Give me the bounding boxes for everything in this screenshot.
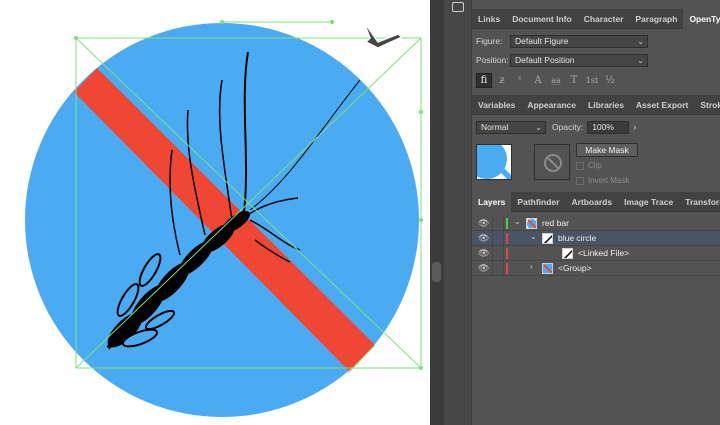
eye-icon[interactable]: 👁: [478, 233, 489, 244]
opacity-input[interactable]: 100%: [587, 120, 630, 134]
layer-name: <Linked File>: [578, 248, 630, 258]
tab-links[interactable]: Links: [472, 9, 506, 29]
invert-mask-checkbox[interactable]: Invert Mask: [576, 176, 629, 185]
ligatures-button[interactable]: fi: [476, 72, 492, 88]
tabbar-middle: Variables Appearance Libraries Asset Exp…: [472, 95, 720, 115]
layer-thumbnail: [562, 248, 573, 259]
tabbar-bottom: Layers Pathfinder Artboards Image Trace …: [472, 192, 720, 212]
layer-thumbnail: [542, 233, 553, 244]
chevron-right-icon[interactable]: ›: [530, 262, 533, 271]
contextual-alternates-button[interactable]: ƶ: [494, 73, 510, 88]
layer-name: <Group>: [558, 263, 592, 273]
figure-dropdown[interactable]: Default Figure ⌄: [510, 34, 648, 48]
stylistic-alternates-button[interactable]: a̲a̲: [548, 73, 564, 88]
no-mask-icon: [544, 154, 562, 172]
layer-thumb-art: [543, 234, 552, 243]
figure-row: Figure: Default Figure ⌄: [476, 34, 648, 48]
chevron-down-icon: ⌄: [637, 36, 644, 46]
checkbox-box: [576, 176, 584, 185]
panel-divider[interactable]: [430, 0, 444, 425]
rotate-cursor-icon: [363, 21, 404, 49]
position-dropdown[interactable]: Default Position ⌄: [510, 53, 648, 67]
chevron-down-icon: ⌄: [637, 55, 644, 65]
eye-icon[interactable]: 👁: [478, 218, 489, 229]
tab-libraries[interactable]: Libraries: [582, 95, 630, 115]
thumbnail-art: [477, 145, 511, 179]
position-label: Position:: [476, 55, 509, 65]
tab-pathfinder[interactable]: Pathfinder: [511, 192, 565, 212]
tab-asset-export[interactable]: Asset Export: [630, 95, 694, 115]
chevron-right-icon[interactable]: ›: [633, 122, 636, 132]
checkbox-box: [576, 161, 584, 170]
layer-thumbnail: [526, 218, 537, 229]
transparency-row: Normal ⌄ Opacity: 100% ›: [476, 120, 636, 134]
tab-variables[interactable]: Variables: [472, 95, 521, 115]
clip-checkbox[interactable]: Clip: [576, 161, 602, 170]
artboard-canvas[interactable]: [0, 0, 430, 425]
tab-transform[interactable]: Transform: [679, 192, 720, 212]
tab-document-info[interactable]: Document Info: [506, 9, 578, 29]
invert-mask-label: Invert Mask: [588, 176, 630, 185]
layer-name: blue circle: [558, 233, 597, 243]
tab-appearance[interactable]: Appearance: [521, 95, 582, 115]
layer-color-indicator: [506, 218, 508, 229]
lock-toggle[interactable]: [492, 216, 504, 231]
clip-label: Clip: [588, 161, 602, 170]
blend-mode-value: Normal: [481, 121, 509, 132]
layer-thumb-art: [543, 264, 552, 273]
tab-layers[interactable]: Layers: [472, 192, 512, 212]
object-thumbnail[interactable]: [476, 144, 512, 180]
layer-color-indicator: [506, 263, 508, 274]
tab-paragraph[interactable]: Paragraph: [629, 9, 683, 29]
opentype-glyph-buttons: fi ƶ ᵋ A a̲a̲ T 1st ½: [476, 72, 620, 88]
tab-artboards[interactable]: Artboards: [565, 192, 618, 212]
links-panel-icon[interactable]: [452, 2, 464, 12]
right-panel-dock: Links Document Info Character Paragraph …: [444, 0, 720, 425]
layer-name: red bar: [542, 218, 569, 228]
layer-row-blue-circle[interactable]: 👁 ⌄ blue circle: [472, 231, 720, 246]
tab-character[interactable]: Character: [578, 9, 630, 29]
chevron-down-icon[interactable]: ⌄: [514, 217, 521, 226]
titling-alternates-button[interactable]: T: [566, 73, 582, 88]
divider-grip[interactable]: [432, 262, 441, 282]
figure-label: Figure:: [476, 36, 503, 46]
layer-row-group[interactable]: 👁 › <Group>: [472, 261, 720, 276]
tabbar-top: Links Document Info Character Paragraph …: [472, 9, 720, 29]
make-mask-button[interactable]: Make Mask: [576, 143, 638, 157]
lock-toggle[interactable]: [492, 231, 504, 246]
position-value: Default Position: [515, 54, 575, 65]
tab-opentype[interactable]: OpenType: [683, 9, 720, 29]
layer-color-indicator: [506, 233, 508, 244]
figure-value: Default Figure: [515, 35, 569, 46]
swash-button[interactable]: A: [530, 73, 546, 88]
ordinals-button[interactable]: 1st: [584, 73, 600, 88]
tab-stroke[interactable]: Stroke: [694, 95, 720, 115]
eye-icon[interactable]: 👁: [478, 263, 489, 274]
lock-toggle[interactable]: [492, 261, 504, 276]
blend-mode-dropdown[interactable]: Normal ⌄: [476, 120, 546, 134]
layer-thumb-art: [527, 219, 536, 228]
layer-thumb-art: [563, 249, 572, 258]
panel-content: Links Document Info Character Paragraph …: [472, 0, 720, 425]
discretionary-ligatures-button[interactable]: ᵋ: [512, 73, 528, 88]
layer-row-red-bar[interactable]: 👁 ⌄ red bar: [472, 216, 720, 231]
eye-icon[interactable]: 👁: [478, 248, 489, 259]
lock-toggle[interactable]: [492, 246, 504, 261]
mask-thumbnail[interactable]: [534, 144, 570, 180]
chevron-down-icon[interactable]: ⌄: [530, 232, 537, 241]
chevron-down-icon: ⌄: [535, 122, 542, 132]
collapsed-panel-strip: [444, 0, 472, 425]
layer-color-indicator: [506, 248, 508, 259]
tab-image-trace[interactable]: Image Trace: [618, 192, 679, 212]
fractions-button[interactable]: ½: [602, 73, 618, 88]
layer-row-linked-file[interactable]: 👁 <Linked File>: [472, 246, 720, 261]
position-row: Position: Default Position ⌄: [476, 53, 648, 67]
layer-thumbnail: [542, 263, 553, 274]
opacity-label: Opacity:: [552, 122, 584, 132]
artwork: [25, 19, 424, 417]
